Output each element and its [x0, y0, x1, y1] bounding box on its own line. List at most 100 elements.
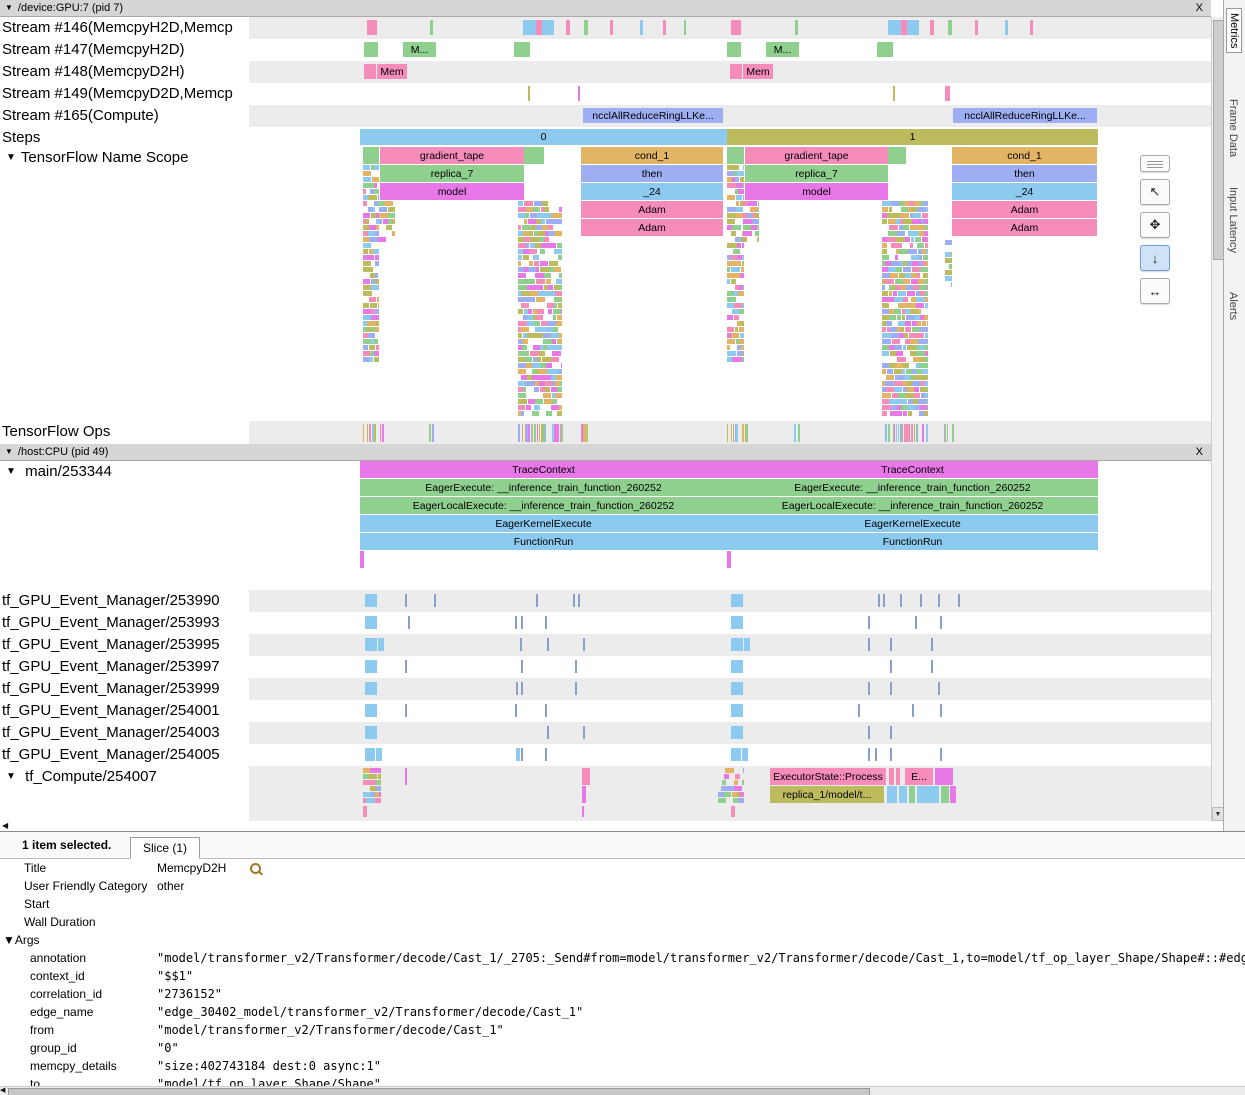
trace-slice-fragment[interactable]	[544, 237, 549, 242]
trace-slice-fragment[interactable]	[903, 411, 907, 416]
trace-slice-fragment[interactable]	[374, 339, 378, 344]
trace-slice-fragment[interactable]	[379, 219, 382, 224]
trace-slice-fragment[interactable]	[927, 237, 928, 242]
trace-slice-fragment[interactable]	[375, 798, 381, 803]
trace-slice-fragment[interactable]	[518, 321, 527, 326]
trace-slice[interactable]	[731, 806, 735, 817]
trace-slice-fragment[interactable]	[912, 261, 919, 266]
trace-slice[interactable]	[948, 20, 952, 35]
trace-slice-fragment[interactable]	[559, 369, 562, 374]
trace-slice[interactable]	[890, 682, 892, 695]
trace-slice-fragment[interactable]	[735, 177, 739, 182]
trace-slice[interactable]	[364, 42, 378, 57]
trace-slice-fragment[interactable]	[522, 225, 531, 230]
trace-slice[interactable]	[582, 806, 584, 817]
trace-slice-fragment[interactable]	[891, 201, 899, 206]
trace-slice-fragment[interactable]	[923, 201, 928, 206]
trace-slice-fragment[interactable]	[742, 261, 744, 266]
trace-slice-fragment[interactable]	[557, 315, 562, 320]
trace-slice[interactable]	[738, 682, 742, 695]
trace-slice-fragment[interactable]	[903, 297, 908, 302]
trace-slice[interactable]	[731, 594, 743, 607]
trace-slice-fragment[interactable]	[528, 424, 530, 442]
trace-slice-fragment[interactable]	[544, 273, 551, 278]
tab-metrics[interactable]: Metrics	[1226, 8, 1242, 53]
trace-slice-fragment[interactable]	[918, 279, 925, 284]
trace-slice-fragment[interactable]	[377, 297, 379, 302]
trace-slice-fragment[interactable]	[527, 333, 536, 338]
slice-mem[interactable]: Mem	[377, 64, 407, 79]
trace-slice-fragment[interactable]	[368, 231, 375, 236]
trace-slice-fragment[interactable]	[908, 249, 917, 254]
trace-slice-fragment[interactable]	[885, 381, 894, 386]
trace-slice[interactable]	[883, 594, 885, 607]
trace-slice-fragment[interactable]	[926, 261, 928, 266]
trace-slice-fragment[interactable]	[924, 219, 928, 224]
trace-slice-fragment[interactable]	[882, 315, 889, 320]
trace-slice-fragment[interactable]	[555, 393, 562, 398]
trace-slice-fragment[interactable]	[897, 357, 906, 362]
trace-slice-fragment[interactable]	[731, 424, 732, 442]
trace-slice-fragment[interactable]	[375, 273, 378, 278]
trace-slice-fragment[interactable]	[378, 774, 381, 779]
slice-ncclallreduceringllke[interactable]: ncclAllReduceRingLLKe...	[583, 108, 723, 123]
trace-slice-fragment[interactable]	[736, 195, 742, 200]
trace-slice-fragment[interactable]	[903, 279, 910, 284]
trace-slice-fragment[interactable]	[544, 207, 549, 212]
trace-slice-fragment[interactable]	[546, 291, 555, 296]
trace-slice-fragment[interactable]	[539, 351, 545, 356]
trace-slice-fragment[interactable]	[386, 225, 392, 230]
trace-slice-fragment[interactable]	[922, 424, 924, 442]
trace-slice[interactable]	[545, 748, 547, 761]
trace-slice-fragment[interactable]	[727, 195, 735, 200]
trace-slice-fragment[interactable]	[554, 267, 561, 272]
trace-slice[interactable]	[742, 748, 748, 761]
trace-slice-fragment[interactable]	[882, 309, 889, 314]
trace-slice-fragment[interactable]	[882, 303, 889, 308]
trace-slice-fragment[interactable]	[743, 768, 744, 773]
trace-slice-fragment[interactable]	[534, 201, 542, 206]
trace-slice-fragment[interactable]	[888, 267, 896, 272]
trace-slice-fragment[interactable]	[518, 363, 526, 368]
trace-slice-fragment[interactable]	[521, 411, 524, 416]
trace-slice-fragment[interactable]	[526, 207, 533, 212]
slice-then[interactable]: then	[581, 165, 723, 182]
zoom-tool-button[interactable]: ↓	[1140, 245, 1170, 271]
trace-slice-fragment[interactable]	[925, 351, 928, 356]
trace-slice-fragment[interactable]	[382, 424, 384, 442]
trace-slice-fragment[interactable]	[893, 291, 897, 296]
trace-slice-fragment[interactable]	[737, 171, 744, 176]
trace-slice-fragment[interactable]	[539, 424, 540, 442]
trace-slice-fragment[interactable]	[363, 189, 366, 194]
trace-slice-fragment[interactable]	[552, 399, 557, 404]
trace-slice-fragment[interactable]	[528, 267, 536, 272]
trace-slice-fragment[interactable]	[900, 213, 909, 218]
trace-slice-fragment[interactable]	[952, 424, 954, 442]
trace-slice-fragment[interactable]	[925, 339, 928, 344]
trace-slice-fragment[interactable]	[378, 303, 379, 308]
trace-slice-fragment[interactable]	[522, 339, 528, 344]
trace-slice-fragment[interactable]	[945, 276, 952, 281]
trace-slice-fragment[interactable]	[896, 267, 902, 272]
trace-slice-fragment[interactable]	[914, 393, 920, 398]
trace-slice-fragment[interactable]	[727, 213, 736, 218]
trace-slice-fragment[interactable]	[903, 219, 912, 224]
scroll-left-icon[interactable]: ◀	[0, 1087, 5, 1094]
trace-slice[interactable]	[795, 20, 798, 35]
trace-slice-fragment[interactable]	[898, 393, 905, 398]
trace-slice-fragment[interactable]	[886, 321, 892, 326]
trace-slice-fragment[interactable]	[518, 261, 521, 266]
trace-slice[interactable]	[584, 20, 588, 35]
trace-slice[interactable]	[566, 20, 570, 35]
trace-slice-fragment[interactable]	[743, 165, 744, 170]
trace-slice-fragment[interactable]	[734, 315, 739, 320]
trace-slice-fragment[interactable]	[887, 237, 896, 242]
trace-slice-fragment[interactable]	[890, 411, 899, 416]
trace-slice-fragment[interactable]	[918, 339, 925, 344]
trace-slice-fragment[interactable]	[521, 327, 529, 332]
slice-24[interactable]: _24	[581, 183, 723, 200]
trace-slice-fragment[interactable]	[379, 207, 387, 212]
trace-slice[interactable]	[573, 594, 575, 607]
trace-slice[interactable]	[521, 616, 523, 629]
trace-slice-fragment[interactable]	[912, 381, 921, 386]
